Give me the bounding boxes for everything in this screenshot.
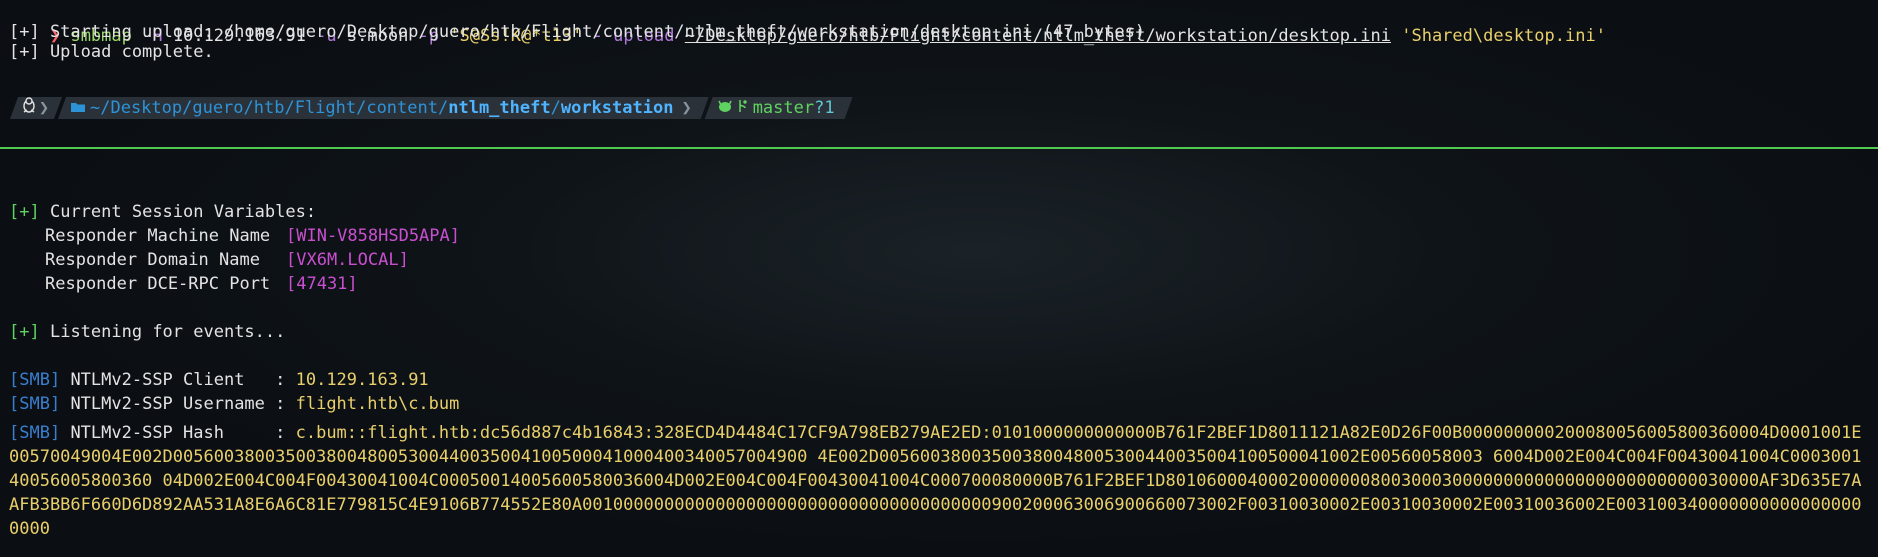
var-value: [VX6M.LOCAL]: [286, 250, 409, 270]
session-tag: [+]: [9, 202, 40, 222]
chevron-right-icon: ❯: [38, 98, 50, 118]
folder-icon: [70, 97, 86, 119]
path-segment: ~/Desktop/guero/htb/Flight/content/ntlm_…: [58, 97, 709, 119]
listen-text: Listening for events...: [49, 322, 286, 342]
upload-complete-line: [+] Upload complete.: [9, 42, 214, 62]
session-header: [+] Current Session Variables:: [9, 200, 316, 224]
remote-path-arg: 'Shared\desktop.ini': [1401, 26, 1606, 46]
smb-username-line: [SMB] NTLMv2-SSP Username : flight.htb\c…: [9, 392, 459, 416]
responder-var-row: Responder Domain Name [VX6M.LOCAL]: [45, 248, 409, 272]
smb-client-line: [SMB] NTLMv2-SSP Client : 10.129.163.91: [9, 368, 429, 392]
penguin-icon: [22, 97, 36, 119]
path-separator: /: [550, 98, 561, 118]
chevron-right-icon: ❯: [681, 98, 692, 118]
smb-username-value: flight.htb\c.bum: [295, 394, 460, 414]
path-bold: ntlm_theft: [448, 98, 551, 118]
branch-icon: [737, 97, 747, 119]
listening-line: [+] Listening for events...: [9, 320, 285, 344]
var-value: [47431]: [286, 274, 358, 294]
var-value: [WIN-V858HSD5APA]: [286, 226, 460, 246]
smb-client-value: 10.129.163.91: [295, 370, 429, 390]
var-label: Responder Domain Name: [45, 250, 260, 270]
var-label: Responder DCE-RPC Port: [45, 274, 271, 294]
os-segment: ❯: [10, 97, 62, 119]
smb-tag: [SMB]: [9, 423, 61, 443]
smb-hash-label: NTLMv2-SSP Hash :: [70, 423, 296, 443]
responder-var-row: Responder Machine Name [WIN-V858HSD5APA]: [45, 224, 460, 248]
path-prefix: ~/Desktop/guero/htb/Flight/content/: [90, 98, 449, 118]
git-status: ?1: [814, 98, 835, 118]
git-branch: master: [752, 98, 815, 118]
smb-username-label: NTLMv2-SSP Username :: [70, 394, 296, 414]
git-segment: master ?1: [705, 97, 853, 119]
github-icon: [717, 97, 733, 119]
smb-tag: [SMB]: [9, 394, 61, 414]
smb-hash-block: [SMB] NTLMv2-SSP Hash : c.bum::flight.ht…: [9, 421, 1867, 541]
smb-client-label: NTLMv2-SSP Client :: [70, 370, 296, 390]
terminal-window[interactable]: ❯ smbmap -H 10.129.163.91 -u s.moon -p '…: [0, 0, 1878, 557]
smb-tag: [SMB]: [9, 370, 61, 390]
session-title: Current Session Variables:: [49, 202, 317, 222]
listen-tag: [+]: [9, 322, 40, 342]
var-label: Responder Machine Name: [45, 226, 271, 246]
path-last: workstation: [560, 98, 674, 118]
responder-var-row: Responder DCE-RPC Port [47431]: [45, 272, 358, 296]
prompt-divider: [0, 147, 1878, 149]
powerline-prompt: ❯ ~/Desktop/guero/htb/Flight/content/ntl…: [10, 97, 849, 119]
